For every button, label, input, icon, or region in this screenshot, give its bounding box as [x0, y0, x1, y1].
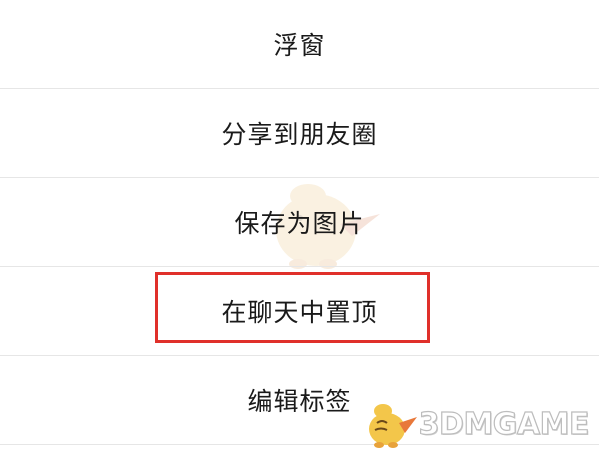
menu-item-label: 在聊天中置顶 [221, 298, 378, 327]
menu-item-floating-window[interactable]: 浮窗 [0, 0, 599, 88]
menu-item-pin-to-top-in-chat[interactable]: 在聊天中置顶 [0, 267, 599, 355]
menu-item-save-as-image[interactable]: 保存为图片 [0, 178, 599, 266]
menu-item-label: 分享到朋友圈 [221, 120, 378, 149]
menu-item-label: 保存为图片 [234, 209, 365, 238]
menu-item-label: 编辑标签 [247, 387, 352, 416]
divider [0, 444, 599, 445]
menu-item-label: 浮窗 [273, 31, 326, 60]
menu-item-edit-tags[interactable]: 编辑标签 [0, 356, 599, 444]
menu-item-share-to-moments[interactable]: 分享到朋友圈 [0, 89, 599, 177]
context-menu: 浮窗 分享到朋友圈 保存为图片 在聊天中置顶 编辑标签 3DMGAME [0, 0, 599, 453]
